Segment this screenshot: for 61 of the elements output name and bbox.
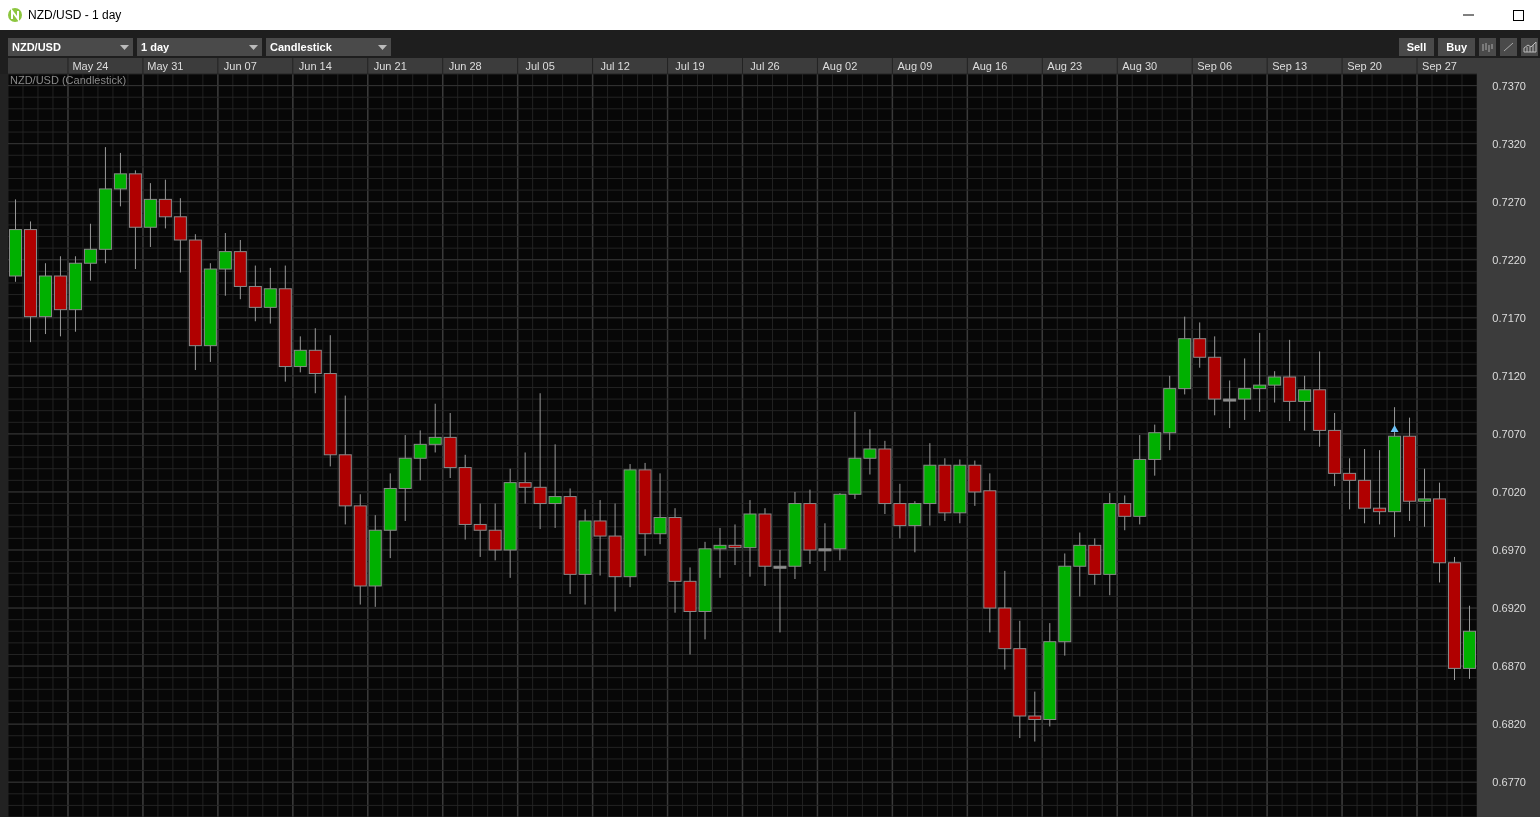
date-label: Jun 07	[223, 60, 257, 72]
price-label: 0.7270	[1492, 195, 1526, 208]
line-icon	[1503, 42, 1514, 52]
price-label: 0.7370	[1492, 79, 1526, 92]
app-logo-icon	[8, 8, 22, 22]
price-label: 0.6770	[1492, 776, 1526, 789]
minimize-icon	[1462, 14, 1474, 16]
caret-icon	[378, 44, 387, 50]
date-label: Aug 30	[1122, 60, 1158, 72]
caret-icon	[120, 44, 129, 50]
date-label: Aug 09	[897, 60, 933, 72]
date-label: May 24	[72, 60, 109, 72]
price-label: 0.7320	[1492, 137, 1526, 150]
candlestick	[1238, 357, 1252, 421]
candlestick	[833, 492, 847, 561]
date-label: May 31	[147, 60, 184, 72]
date-label: Jun 14	[298, 60, 332, 72]
dropdown[interactable]: NZD/USD	[8, 38, 133, 56]
date-label: Jun 28	[448, 60, 482, 72]
price-label: 0.7020	[1492, 485, 1526, 498]
price-label: 0.7120	[1492, 369, 1526, 382]
line-chart-button[interactable]	[1500, 38, 1517, 56]
price-label: 0.7070	[1492, 427, 1526, 440]
price-label: 0.6970	[1492, 544, 1526, 556]
bars-icon	[1482, 42, 1493, 52]
date-label: Sep 27	[1422, 60, 1457, 72]
window-title: NZD/USD - 1 day	[28, 8, 123, 22]
price-label: 0.6920	[1492, 602, 1526, 615]
candlestick	[248, 265, 262, 322]
dropdown[interactable]: 1 day	[137, 38, 262, 56]
price-label: 0.7220	[1492, 253, 1526, 266]
trade-button[interactable]: Sell	[1398, 38, 1435, 56]
date-label: Sep 06	[1197, 60, 1233, 72]
chart-legend: NZD/USD (Candlestick)	[10, 74, 127, 86]
date-label: Jun 21	[373, 60, 407, 72]
caret-icon	[249, 44, 258, 50]
candlestick	[233, 239, 247, 300]
date-label: Sep 13	[1272, 60, 1308, 72]
date-label: Aug 16	[972, 60, 1008, 72]
price-label: 0.7170	[1492, 311, 1526, 324]
maximize-icon	[1512, 9, 1524, 21]
candlestick	[893, 483, 907, 539]
date-label: Jul 26	[750, 60, 780, 72]
triangle-marker-icon	[1390, 424, 1399, 432]
candlestick	[953, 458, 967, 524]
date-label: Jul 05	[525, 60, 555, 72]
date-label: Aug 02	[822, 60, 858, 72]
candlestick	[443, 412, 457, 479]
area-chart-icon	[1522, 41, 1537, 53]
area-chart-button[interactable]	[1521, 38, 1538, 56]
candlestick	[938, 457, 952, 522]
candle-chart-button[interactable]	[1479, 38, 1496, 56]
date-label: Sep 20	[1347, 60, 1382, 72]
dropdown[interactable]: Candlestick	[266, 38, 391, 56]
date-label: Aug 23	[1047, 60, 1083, 72]
price-label: 0.6820	[1492, 718, 1526, 731]
candlestick	[428, 403, 442, 453]
date-label: Jul 19	[675, 60, 705, 72]
date-label: Jul 12	[600, 60, 630, 72]
price-label: 0.6870	[1492, 660, 1526, 673]
trade-button[interactable]: Buy	[1438, 38, 1475, 56]
